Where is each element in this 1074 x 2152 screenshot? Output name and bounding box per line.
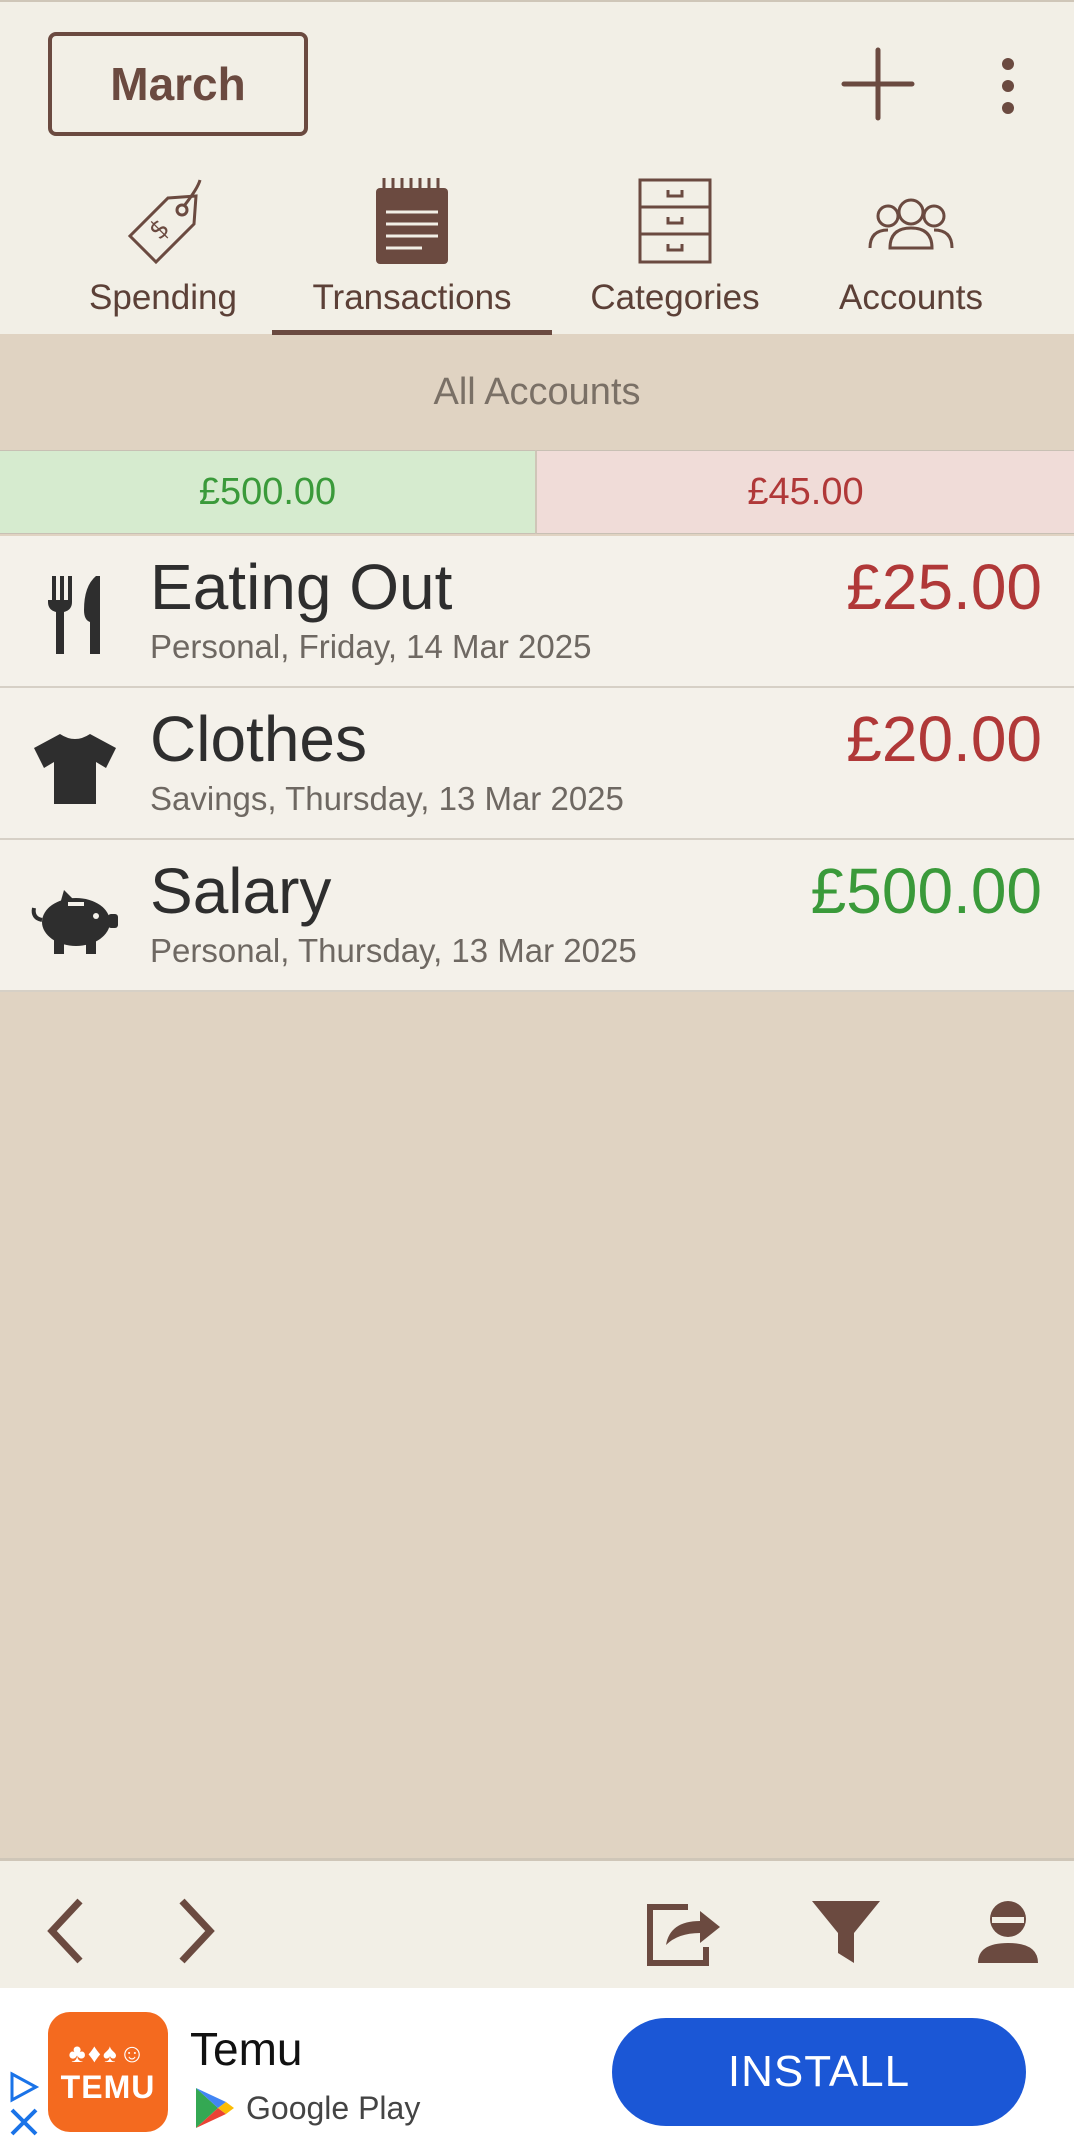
install-button[interactable]: INSTALL: [612, 2018, 1026, 2126]
adchoices-icon[interactable]: [6, 2070, 42, 2104]
piggy-bank-icon: [31, 890, 118, 954]
play-store-icon: [196, 2088, 234, 2128]
tab-accounts[interactable]: Accounts: [826, 178, 996, 332]
more-vert-icon: [1002, 58, 1014, 114]
ad-banner[interactable]: ♣♦♠☺ TEMU Temu Google Play INSTALL: [0, 1988, 1074, 2152]
plus-icon: [841, 47, 915, 121]
tab-label: Accounts: [839, 278, 983, 317]
user-icon: [978, 1901, 1038, 1963]
close-icon[interactable]: [8, 2106, 40, 2138]
transaction-details: Personal, Friday, 14 Mar 2025: [150, 628, 592, 665]
app-logo: ♣♦♠☺ TEMU: [48, 2012, 168, 2132]
account-filter-label: All Accounts: [433, 370, 641, 413]
filing-cabinet-icon: [638, 178, 712, 264]
transaction-details: Personal, Thursday, 13 Mar 2025: [150, 932, 637, 969]
expense-total: £45.00: [535, 450, 1074, 534]
filter-button[interactable]: [806, 1891, 886, 1971]
top-app-bar: March $ Spending Transactions Categories…: [0, 0, 1074, 335]
tab-label: Categories: [590, 278, 760, 317]
add-transaction-button[interactable]: [840, 46, 916, 122]
share-icon: [647, 1904, 720, 1966]
transaction-amount: £20.00: [846, 703, 1042, 775]
more-options-button[interactable]: [990, 56, 1026, 116]
transaction-title: Salary: [150, 855, 332, 927]
transaction-title: Clothes: [150, 703, 367, 775]
profile-button[interactable]: [968, 1891, 1048, 1971]
price-tag-icon: $: [127, 179, 202, 265]
tab-categories[interactable]: Categories: [580, 178, 770, 332]
tab-spending[interactable]: $ Spending: [78, 178, 248, 332]
income-total: £500.00: [0, 450, 535, 534]
cutlery-icon: [48, 576, 100, 654]
month-label: March: [110, 58, 246, 110]
transaction-list: Eating Out Personal, Friday, 14 Mar 2025…: [0, 536, 1074, 992]
chevron-right-icon: [179, 1898, 215, 1964]
export-button[interactable]: [644, 1891, 724, 1971]
transaction-row[interactable]: Eating Out Personal, Friday, 14 Mar 2025…: [0, 536, 1074, 688]
month-selector-button[interactable]: March: [48, 32, 308, 136]
transaction-amount: £500.00: [810, 855, 1042, 927]
tshirt-icon: [34, 734, 116, 804]
store-name: Google Play: [246, 2089, 421, 2126]
next-month-button[interactable]: [156, 1891, 236, 1971]
install-label: INSTALL: [727, 2047, 911, 2096]
transaction-row[interactable]: Salary Personal, Thursday, 13 Mar 2025 £…: [0, 840, 1074, 992]
transaction-title: Eating Out: [150, 551, 453, 623]
people-icon: [868, 198, 954, 250]
account-filter[interactable]: All Accounts: [0, 334, 1074, 450]
bottom-toolbar: [0, 1858, 1074, 1988]
transaction-details: Savings, Thursday, 13 Mar 2025: [150, 780, 624, 817]
tab-label: Transactions: [312, 278, 512, 317]
transaction-amount: £25.00: [846, 551, 1042, 623]
tab-label: Spending: [89, 278, 237, 317]
notepad-icon: [376, 178, 448, 264]
filter-icon: [812, 1901, 880, 1963]
chevron-left-icon: [47, 1898, 83, 1964]
ad-app-name: Temu: [190, 2023, 303, 2075]
transaction-row[interactable]: Clothes Savings, Thursday, 13 Mar 2025 £…: [0, 688, 1074, 840]
store-badge: Google Play: [194, 2086, 420, 2130]
totals-summary: £500.00 £45.00: [0, 450, 1074, 534]
previous-month-button[interactable]: [26, 1891, 106, 1971]
logo-text: TEMU: [60, 2069, 156, 2105]
tab-transactions[interactable]: Transactions: [272, 178, 552, 332]
shopping-glyphs-icon: ♣♦♠☺: [68, 2038, 148, 2068]
